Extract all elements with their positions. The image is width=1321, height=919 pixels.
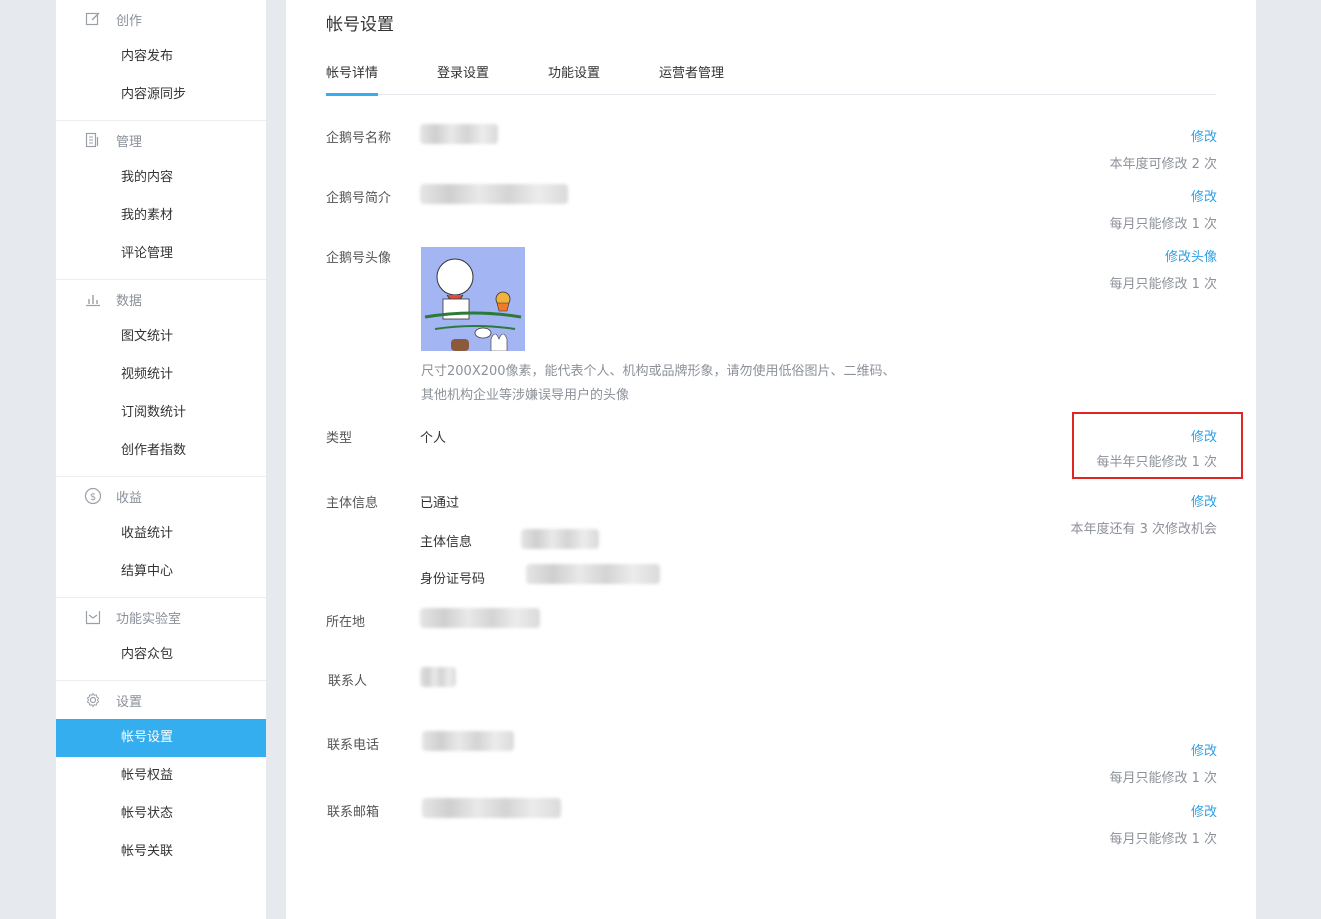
tab-feature-settings[interactable]: 功能设置 <box>548 62 600 93</box>
lab-icon <box>84 608 102 626</box>
document-icon <box>84 131 102 149</box>
phone-edit-limit: 每月只能修改 1 次 <box>1109 771 1217 786</box>
edit-intro-link[interactable]: 修改 <box>1109 186 1217 205</box>
redacted-subject-detail <box>521 529 599 549</box>
nav-item-creator-index[interactable]: 创作者指数 <box>56 432 266 470</box>
action-subject-info: 修改 本年度还有 3 次修改机会 <box>1070 491 1217 537</box>
nav-item-content-publish[interactable]: 内容发布 <box>56 38 266 76</box>
edit-icon <box>84 10 102 28</box>
tab-account-details[interactable]: 帐号详情 <box>326 62 379 96</box>
avatar-edit-limit: 每月只能修改 1 次 <box>1109 277 1217 292</box>
action-account-avatar: 修改头像 每月只能修改 1 次 <box>1109 246 1217 292</box>
nav-group-create: 创作 内容发布 内容源同步 <box>56 0 266 121</box>
nav-item-account-linking[interactable]: 帐号关联 <box>56 833 266 871</box>
edit-phone-link[interactable]: 修改 <box>1109 740 1217 759</box>
redacted-account-intro <box>420 184 568 204</box>
label-contact-person: 联系人 <box>328 674 368 689</box>
action-account-intro: 修改 每月只能修改 1 次 <box>1109 186 1217 232</box>
action-account-name: 修改 本年度可修改 2 次 <box>1109 126 1217 172</box>
nav-group-head: $ 收益 <box>56 477 266 515</box>
nav-item-video-stats[interactable]: 视频统计 <box>56 356 266 394</box>
dollar-icon: $ <box>84 487 102 505</box>
redacted-contact-email <box>422 798 561 818</box>
label-id-number: 身份证号码 <box>420 572 486 587</box>
nav-group-head: 功能实验室 <box>56 598 266 636</box>
redacted-id-number <box>526 564 660 584</box>
nav-group-settings: 设置 帐号设置 帐号权益 帐号状态 帐号关联 <box>56 681 266 877</box>
svg-text:$: $ <box>90 492 96 503</box>
label-location: 所在地 <box>326 615 366 630</box>
tab-operator-management[interactable]: 运营者管理 <box>659 62 724 93</box>
nav-group-revenue: $ 收益 收益统计 结算中心 <box>56 477 266 598</box>
nav-item-account-benefits[interactable]: 帐号权益 <box>56 757 266 795</box>
nav-group-head: 创作 <box>56 0 266 38</box>
label-subject-info: 主体信息 <box>326 496 379 511</box>
avatar-illustration <box>421 247 525 351</box>
redacted-contact-phone <box>422 731 514 751</box>
edit-avatar-link[interactable]: 修改头像 <box>1109 246 1217 265</box>
nav-item-account-settings[interactable]: 帐号设置 <box>56 719 266 757</box>
label-account-name: 企鹅号名称 <box>326 131 392 146</box>
bar-chart-icon <box>84 290 102 308</box>
avatar <box>421 247 525 351</box>
label-subject-detail: 主体信息 <box>420 535 473 550</box>
nav-item-subscriber-stats[interactable]: 订阅数统计 <box>56 394 266 432</box>
nav-group-lab: 功能实验室 内容众包 <box>56 598 266 681</box>
nav-group-head: 管理 <box>56 121 266 159</box>
nav-item-article-stats[interactable]: 图文统计 <box>56 318 266 356</box>
redacted-location <box>420 608 540 628</box>
nav-item-my-materials[interactable]: 我的素材 <box>56 197 266 235</box>
subject-status-value: 已通过 <box>420 496 460 511</box>
label-account-avatar: 企鹅号头像 <box>326 251 392 266</box>
nav-item-content-source-sync[interactable]: 内容源同步 <box>56 76 266 114</box>
edit-name-link[interactable]: 修改 <box>1109 126 1217 145</box>
gear-icon <box>84 691 102 709</box>
edit-subject-link[interactable]: 修改 <box>1070 491 1217 510</box>
nav-group-head: 数据 <box>56 280 266 318</box>
action-contact-email: 修改 每月只能修改 1 次 <box>1109 801 1217 847</box>
tab-bar: 帐号详情 登录设置 功能设置 运营者管理 <box>326 57 1216 96</box>
label-contact-phone: 联系电话 <box>327 738 380 753</box>
avatar-size-hint: 尺寸200X200像素，能代表个人、机构或品牌形象，请勿使用低俗图片、二维码、 … <box>421 364 896 403</box>
name-edit-limit: 本年度可修改 2 次 <box>1109 157 1217 172</box>
email-edit-limit: 每月只能修改 1 次 <box>1109 832 1217 847</box>
label-account-type: 类型 <box>326 431 353 446</box>
nav-item-revenue-stats[interactable]: 收益统计 <box>56 515 266 553</box>
nav-item-content-crowdsourcing[interactable]: 内容众包 <box>56 636 266 674</box>
tab-login-settings[interactable]: 登录设置 <box>437 62 489 93</box>
label-contact-email: 联系邮箱 <box>327 805 380 820</box>
main-panel: 帐号设置 帐号详情 登录设置 功能设置 运营者管理 企鹅号名称 修改 本年度可修… <box>286 0 1256 919</box>
page-title: 帐号设置 <box>326 15 394 35</box>
highlight-box <box>1072 412 1243 479</box>
nav-item-comment-management[interactable]: 评论管理 <box>56 235 266 273</box>
account-type-value: 个人 <box>420 431 447 446</box>
label-account-intro: 企鹅号简介 <box>326 191 392 206</box>
redacted-contact-person <box>420 667 456 687</box>
nav-item-account-status[interactable]: 帐号状态 <box>56 795 266 833</box>
nav-item-my-content[interactable]: 我的内容 <box>56 159 266 197</box>
action-contact-phone: 修改 每月只能修改 1 次 <box>1109 740 1217 786</box>
edit-email-link[interactable]: 修改 <box>1109 801 1217 820</box>
subject-edit-limit: 本年度还有 3 次修改机会 <box>1070 522 1217 537</box>
intro-edit-limit: 每月只能修改 1 次 <box>1109 217 1217 232</box>
nav-group-manage: 管理 我的内容 我的素材 评论管理 <box>56 121 266 280</box>
redacted-account-name <box>420 124 498 144</box>
nav-group-head: 设置 <box>56 681 266 719</box>
sidebar: 创作 内容发布 内容源同步 管理 我的内容 我的素材 评论管理 数据 图文统计 … <box>56 0 266 919</box>
nav-item-settlement-center[interactable]: 结算中心 <box>56 553 266 591</box>
nav-group-data: 数据 图文统计 视频统计 订阅数统计 创作者指数 <box>56 280 266 477</box>
